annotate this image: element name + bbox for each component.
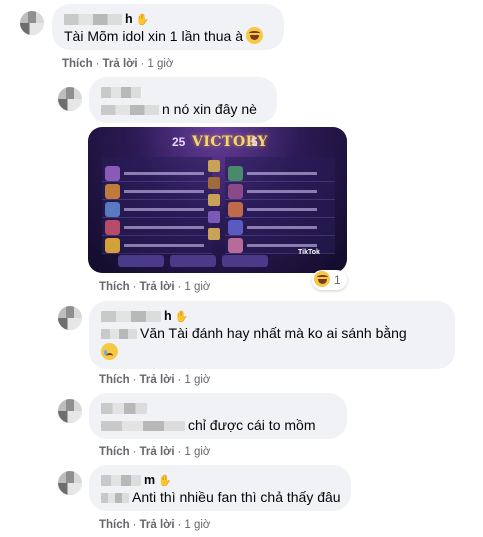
- avatar[interactable]: [58, 306, 82, 330]
- hero-icon: [228, 166, 243, 181]
- comment-time[interactable]: 1 giờ: [184, 281, 210, 293]
- team-right-panel: [225, 157, 335, 254]
- waving-hand-icon: ✋: [174, 310, 189, 323]
- comment-text: Anti thì nhiều fan thì chả thấy đâu: [101, 488, 341, 507]
- player-row: [225, 183, 335, 200]
- laughing-reaction-icon: [314, 271, 330, 287]
- blurred-name: [101, 87, 141, 99]
- hero-icon: [105, 238, 120, 253]
- reply-button[interactable]: Trả lời: [140, 519, 175, 531]
- comment-bubble: n nó xin đây nè: [89, 77, 277, 123]
- hero-icon: [105, 166, 120, 181]
- waving-hand-icon: ✋: [158, 474, 172, 487]
- score-right: 5: [251, 135, 258, 149]
- blurred-name: [101, 311, 161, 323]
- comment-text: Văn Tài đánh hay nhất mà ko ai sánh bằng: [101, 324, 443, 343]
- tiktok-watermark: TikTok: [298, 249, 320, 256]
- comment-actions: Thích · Trả lời · 1 giờ: [99, 446, 211, 458]
- player-row: [102, 201, 212, 218]
- like-button[interactable]: Thích: [99, 519, 130, 531]
- reply-button[interactable]: Trả lời: [103, 58, 138, 70]
- player-row: [225, 201, 335, 218]
- comment-bubble: m ✋ Anti thì nhiều fan thì chả thấy đâu: [89, 465, 351, 511]
- comment-time[interactable]: 1 giờ: [147, 58, 173, 70]
- like-button[interactable]: Thích: [99, 374, 130, 386]
- laughing-tears-emoji-icon: [245, 27, 263, 44]
- comment-actions: Thích · Trả lời · 1 giờ: [99, 281, 211, 293]
- avatar[interactable]: [20, 11, 44, 35]
- blurred-name: [101, 493, 129, 504]
- reply-button[interactable]: Trả lời: [140, 281, 175, 293]
- comment-author[interactable]: m ✋: [101, 472, 339, 488]
- comment-bubble: h ✋ Tài Mõm idol xin 1 lần thua à: [52, 4, 284, 50]
- blurred-name: [101, 329, 137, 340]
- waving-hand-icon: ✋: [135, 13, 150, 26]
- crying-emoji-icon: [101, 343, 118, 360]
- item-column: [207, 157, 221, 253]
- game-button: [222, 255, 268, 267]
- comment-actions: Thích · Trả lời · 1 giờ: [99, 374, 211, 386]
- like-button[interactable]: Thích: [99, 446, 130, 458]
- hero-icon: [228, 238, 243, 253]
- comment-actions: Thích · Trả lời · 1 giờ: [62, 58, 174, 70]
- blurred-text: [101, 421, 185, 432]
- comment-author[interactable]: [101, 400, 335, 416]
- comment-text: Tài Mõm idol xin 1 lần thua à: [64, 27, 272, 46]
- comment-time[interactable]: 1 giờ: [184, 519, 210, 531]
- player-row: [225, 165, 335, 182]
- like-button[interactable]: Thích: [62, 58, 93, 70]
- game-button: [170, 255, 216, 267]
- blurred-name: [64, 14, 122, 26]
- player-row: [102, 165, 212, 182]
- comment-author[interactable]: [101, 84, 265, 100]
- hero-icon: [228, 202, 243, 217]
- score-left: 25: [172, 135, 186, 149]
- blurred-name: [101, 105, 159, 116]
- comment-author[interactable]: h ✋: [101, 308, 443, 324]
- like-button[interactable]: Thích: [99, 281, 130, 293]
- comment-time[interactable]: 1 giờ: [184, 374, 210, 386]
- hero-icon: [228, 184, 243, 199]
- blurred-name: [101, 475, 141, 487]
- reply-button[interactable]: Trả lời: [140, 446, 175, 458]
- comment-text: n nó xin đây nè: [101, 100, 265, 119]
- comment-actions: Thích · Trả lời · 1 giờ: [99, 519, 211, 531]
- hero-icon: [228, 220, 243, 235]
- avatar[interactable]: [58, 471, 82, 495]
- hero-icon: [105, 202, 120, 217]
- comment-time[interactable]: 1 giờ: [184, 446, 210, 458]
- comment-bubble: chỉ được cái to mồm: [89, 393, 347, 439]
- team-left-panel: [102, 157, 212, 254]
- game-button: [118, 255, 164, 267]
- player-row: [225, 219, 335, 236]
- player-row: [102, 219, 212, 236]
- player-row: [102, 237, 212, 254]
- hero-icon: [105, 220, 120, 235]
- comment-text: chỉ được cái to mồm: [101, 416, 335, 435]
- game-buttons: [118, 255, 318, 269]
- reaction-count[interactable]: 1: [312, 270, 347, 290]
- game-top-bar: 25 VICTORY 5: [88, 127, 347, 155]
- attached-game-screenshot[interactable]: 25 VICTORY 5 TikTok: [88, 127, 347, 273]
- hero-icon: [105, 184, 120, 199]
- blurred-name: [101, 403, 147, 415]
- comment-author[interactable]: h ✋: [64, 11, 272, 27]
- avatar[interactable]: [58, 87, 82, 111]
- comment-bubble: h ✋ Văn Tài đánh hay nhất mà ko ai sánh b…: [89, 301, 455, 369]
- player-row: [102, 183, 212, 200]
- avatar[interactable]: [58, 399, 82, 423]
- reply-button[interactable]: Trả lời: [140, 374, 175, 386]
